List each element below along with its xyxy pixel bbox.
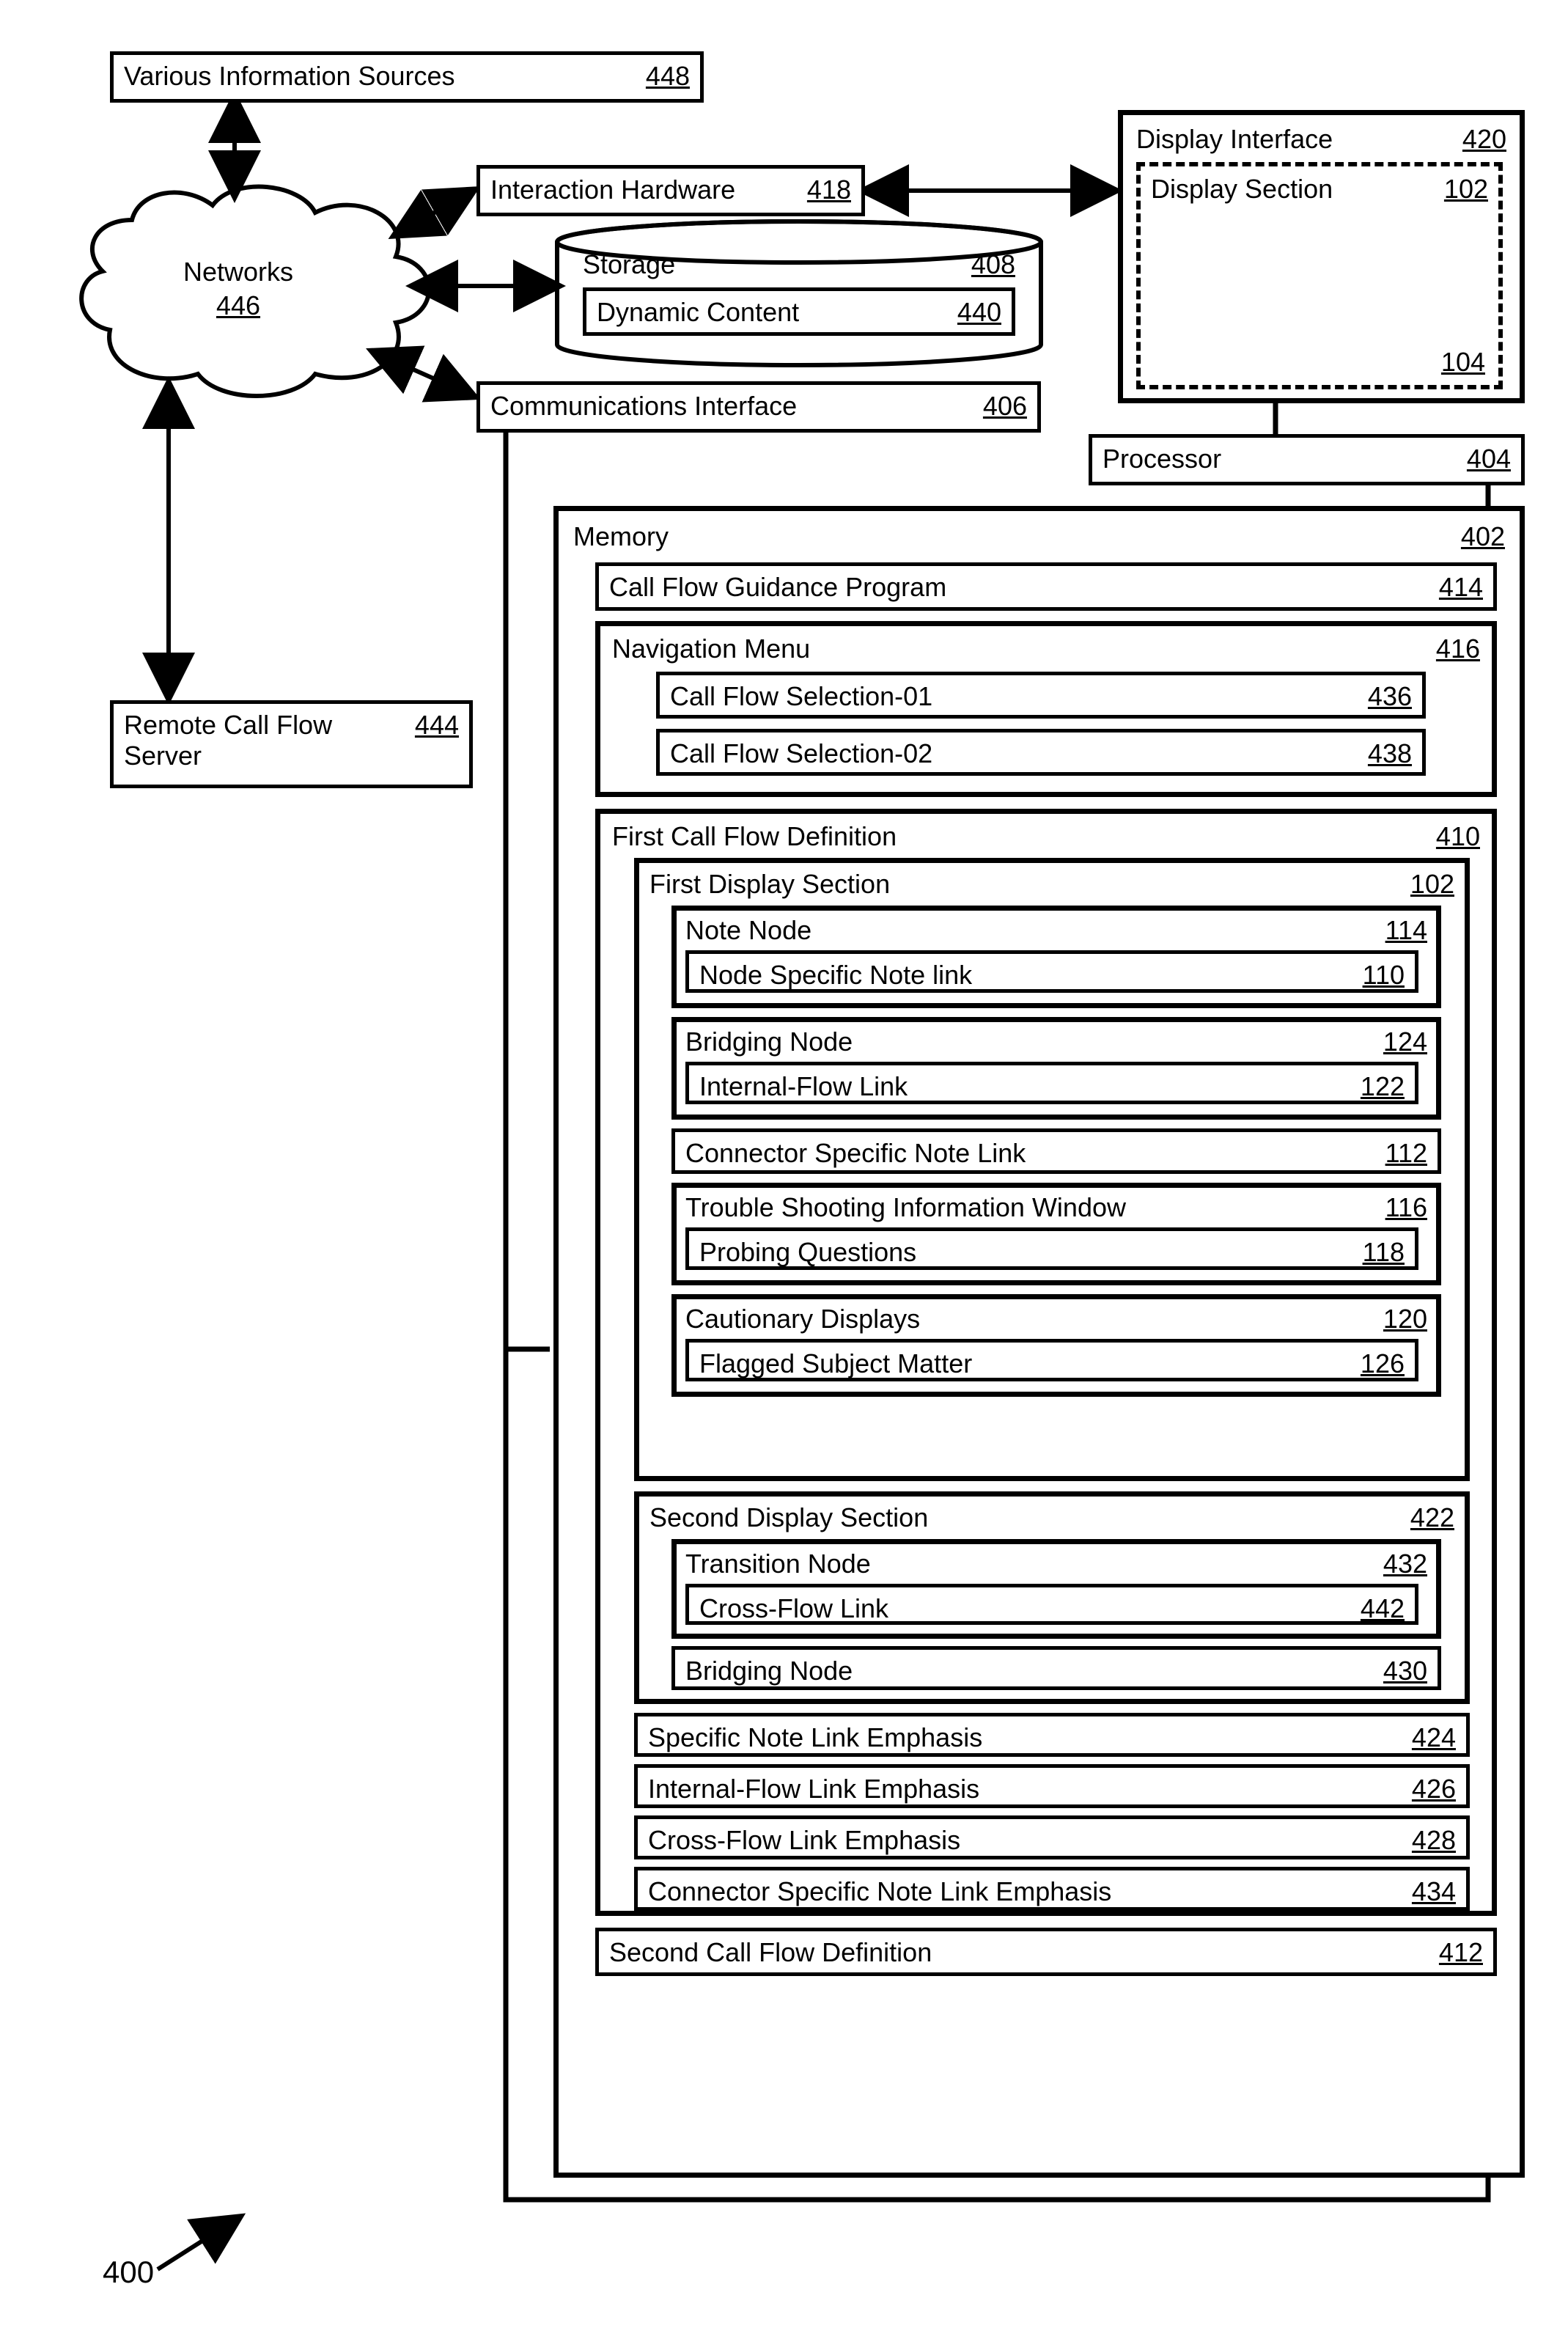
figure-number: 400 bbox=[103, 2255, 154, 2290]
probing-box: Probing Questions118 bbox=[685, 1227, 1418, 1270]
comm-iface-box: Communications Interface 406 bbox=[476, 381, 1041, 433]
internal-link-box: Internal-Flow Link122 bbox=[685, 1062, 1418, 1104]
flagged-box: Flagged Subject Matter126 bbox=[685, 1339, 1418, 1381]
remote-server-box: Remote Call Flow Server 444 bbox=[110, 700, 473, 788]
cfs2-box: Call Flow Selection-02438 bbox=[656, 729, 1426, 776]
bridging-box: Bridging Node124 Internal-Flow Link122 bbox=[671, 1017, 1441, 1120]
crossflow-box: Cross-Flow Link442 bbox=[685, 1584, 1418, 1625]
info-sources-label: Various Information Sources bbox=[124, 61, 631, 92]
info-sources-ref: 448 bbox=[646, 61, 690, 92]
first-ds-box: First Display Section102 Note Node114 No… bbox=[634, 858, 1470, 1481]
second-cfd-box: Second Call Flow Definition412 bbox=[595, 1928, 1497, 1976]
cfs1-box: Call Flow Selection-01436 bbox=[656, 672, 1426, 719]
memory-box: Memory 402 Call Flow Guidance Program414… bbox=[553, 506, 1525, 2178]
info-sources-box: Various Information Sources 448 bbox=[110, 51, 704, 103]
caution-box: Cautionary Displays120 Flagged Subject M… bbox=[671, 1294, 1441, 1397]
trans-node-box: Transition Node432 Cross-Flow Link442 bbox=[671, 1539, 1441, 1639]
cfgp-box: Call Flow Guidance Program414 bbox=[595, 562, 1497, 611]
emph-specific-box: Specific Note Link Emphasis424 bbox=[634, 1713, 1470, 1757]
display-iface-box: Display Interface 420 Display Section 10… bbox=[1118, 110, 1525, 403]
processor-box: Processor 404 bbox=[1089, 434, 1525, 485]
emph-cross-box: Cross-Flow Link Emphasis428 bbox=[634, 1815, 1470, 1859]
display-section-dashed: Display Section 102 104 bbox=[1136, 162, 1503, 389]
nav-menu-box: Navigation Menu416 Call Flow Selection-0… bbox=[595, 621, 1497, 797]
interaction-hw-box: Interaction Hardware 418 bbox=[476, 165, 865, 216]
diagram-canvas: Various Information Sources 448 Networks… bbox=[29, 29, 1539, 2299]
storage-row: Storage 408 bbox=[583, 249, 1015, 280]
dynamic-content-box: Dynamic Content 440 bbox=[583, 287, 1015, 336]
emph-internal-box: Internal-Flow Link Emphasis426 bbox=[634, 1764, 1470, 1808]
note-node-box: Note Node114 Node Specific Note link110 bbox=[671, 906, 1441, 1008]
node-link-box: Node Specific Note link110 bbox=[685, 950, 1418, 993]
tsw-box: Trouble Shooting Information Window116 P… bbox=[671, 1183, 1441, 1285]
first-cfd-box: First Call Flow Definition410 First Disp… bbox=[595, 809, 1497, 1916]
emph-conn-box: Connector Specific Note Link Emphasis434 bbox=[634, 1867, 1470, 1911]
bridging2-box: Bridging Node430 bbox=[671, 1646, 1441, 1690]
display-pointer-ref: 104 bbox=[1441, 347, 1485, 378]
conn-link-box: Connector Specific Note Link112 bbox=[671, 1128, 1441, 1174]
networks-label: Networks 446 bbox=[183, 257, 293, 321]
second-ds-box: Second Display Section422 Transition Nod… bbox=[634, 1491, 1470, 1704]
